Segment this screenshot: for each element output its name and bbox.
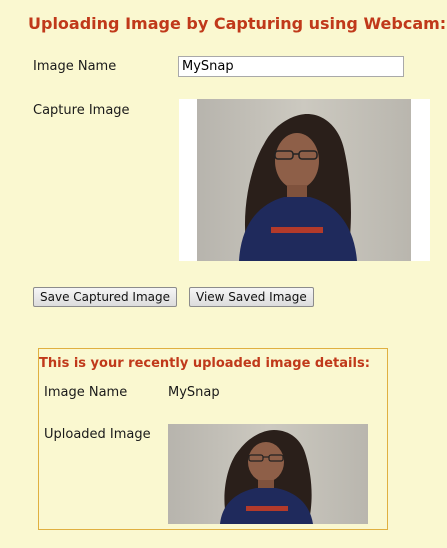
webcam-feed-image bbox=[179, 99, 430, 261]
image-name-input[interactable] bbox=[178, 56, 404, 77]
capture-image-label: Capture Image bbox=[33, 103, 130, 118]
page-title: Uploading Image by Capturing using Webca… bbox=[28, 14, 447, 33]
view-saved-image-button[interactable]: View Saved Image bbox=[189, 287, 314, 307]
details-image-name-label: Image Name bbox=[44, 385, 128, 400]
image-name-label: Image Name bbox=[33, 59, 117, 74]
details-image-name-value: MySnap bbox=[168, 385, 220, 400]
details-heading: This is your recently uploaded image det… bbox=[39, 356, 370, 371]
details-uploaded-image-label: Uploaded Image bbox=[44, 427, 151, 442]
save-captured-image-button[interactable]: Save Captured Image bbox=[33, 287, 177, 307]
webcam-capture-view bbox=[179, 99, 430, 261]
uploaded-image bbox=[168, 424, 368, 524]
uploaded-image-view bbox=[168, 424, 368, 524]
